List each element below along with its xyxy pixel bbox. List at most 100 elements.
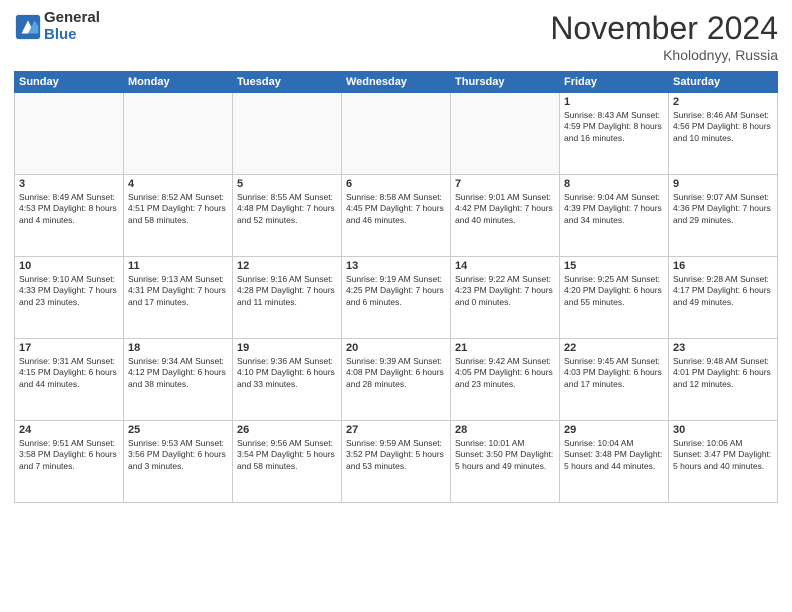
day-number: 29 (564, 424, 664, 436)
calendar-cell: 6Sunrise: 8:58 AM Sunset: 4:45 PM Daylig… (342, 175, 451, 257)
day-info: Sunrise: 9:45 AM Sunset: 4:03 PM Dayligh… (564, 356, 664, 390)
col-wednesday: Wednesday (342, 72, 451, 93)
day-info: Sunrise: 9:34 AM Sunset: 4:12 PM Dayligh… (128, 356, 228, 390)
col-friday: Friday (560, 72, 669, 93)
day-number: 21 (455, 342, 555, 354)
day-number: 7 (455, 178, 555, 190)
day-info: Sunrise: 9:51 AM Sunset: 3:58 PM Dayligh… (19, 438, 119, 472)
day-info: Sunrise: 9:19 AM Sunset: 4:25 PM Dayligh… (346, 274, 446, 308)
day-info: Sunrise: 8:52 AM Sunset: 4:51 PM Dayligh… (128, 192, 228, 226)
day-info: Sunrise: 9:59 AM Sunset: 3:52 PM Dayligh… (346, 438, 446, 472)
calendar-cell: 10Sunrise: 9:10 AM Sunset: 4:33 PM Dayli… (15, 257, 124, 339)
day-info: Sunrise: 9:25 AM Sunset: 4:20 PM Dayligh… (564, 274, 664, 308)
day-info: Sunrise: 9:36 AM Sunset: 4:10 PM Dayligh… (237, 356, 337, 390)
location: Kholodnyy, Russia (550, 47, 778, 63)
calendar-cell (451, 93, 560, 175)
day-info: Sunrise: 8:55 AM Sunset: 4:48 PM Dayligh… (237, 192, 337, 226)
title-block: November 2024 Kholodnyy, Russia (550, 10, 778, 63)
calendar-header-row: Sunday Monday Tuesday Wednesday Thursday… (15, 72, 778, 93)
col-monday: Monday (124, 72, 233, 93)
col-sunday: Sunday (15, 72, 124, 93)
day-info: Sunrise: 10:04 AM Sunset: 3:48 PM Daylig… (564, 438, 664, 472)
day-number: 11 (128, 260, 228, 272)
calendar-cell: 21Sunrise: 9:42 AM Sunset: 4:05 PM Dayli… (451, 339, 560, 421)
logo-text: General Blue (44, 10, 100, 43)
calendar-week-1: 3 Sunrise: 8:49 AM Sunset: 4:53 PM Daylig… (15, 175, 778, 257)
col-saturday: Saturday (669, 72, 778, 93)
calendar-cell: 9Sunrise: 9:07 AM Sunset: 4:36 PM Daylig… (669, 175, 778, 257)
day-info: Sunrise: 8:49 AM Sunset: 4:53 PM Dayligh… (19, 192, 119, 226)
header: General Blue November 2024 Kholodnyy, Ru… (14, 10, 778, 63)
day-number: 23 (673, 342, 773, 354)
day-number: 26 (237, 424, 337, 436)
day-number: 8 (564, 178, 664, 190)
day-number: 27 (346, 424, 446, 436)
calendar-cell: 26Sunrise: 9:56 AM Sunset: 3:54 PM Dayli… (233, 421, 342, 503)
calendar-cell (342, 93, 451, 175)
calendar-week-3: 17Sunrise: 9:31 AM Sunset: 4:15 PM Dayli… (15, 339, 778, 421)
calendar-cell: 3 Sunrise: 8:49 AM Sunset: 4:53 PM Daylig… (15, 175, 124, 257)
calendar-week-4: 24Sunrise: 9:51 AM Sunset: 3:58 PM Dayli… (15, 421, 778, 503)
day-info: Sunrise: 8:58 AM Sunset: 4:45 PM Dayligh… (346, 192, 446, 226)
day-number: 10 (19, 260, 119, 272)
day-number: 5 (237, 178, 337, 190)
page: General Blue November 2024 Kholodnyy, Ru… (0, 0, 792, 612)
day-info: Sunrise: 9:39 AM Sunset: 4:08 PM Dayligh… (346, 356, 446, 390)
col-thursday: Thursday (451, 72, 560, 93)
day-number: 18 (128, 342, 228, 354)
calendar-cell: 25Sunrise: 9:53 AM Sunset: 3:56 PM Dayli… (124, 421, 233, 503)
calendar-cell: 5 Sunrise: 8:55 AM Sunset: 4:48 PM Daylig… (233, 175, 342, 257)
day-number: 3 (19, 178, 119, 190)
month-title: November 2024 (550, 10, 778, 47)
calendar-cell (15, 93, 124, 175)
calendar-week-0: 1Sunrise: 8:43 AM Sunset: 4:59 PM Daylig… (15, 93, 778, 175)
calendar-cell: 13 Sunrise: 9:19 AM Sunset: 4:25 PM Dayli… (342, 257, 451, 339)
day-info: Sunrise: 8:46 AM Sunset: 4:56 PM Dayligh… (673, 110, 773, 144)
col-tuesday: Tuesday (233, 72, 342, 93)
calendar-cell: 12Sunrise: 9:16 AM Sunset: 4:28 PM Dayli… (233, 257, 342, 339)
logo-icon (14, 13, 42, 41)
day-number: 30 (673, 424, 773, 436)
calendar-cell: 7 Sunrise: 9:01 AM Sunset: 4:42 PM Daylig… (451, 175, 560, 257)
calendar-cell: 2 Sunrise: 8:46 AM Sunset: 4:56 PM Daylig… (669, 93, 778, 175)
day-number: 14 (455, 260, 555, 272)
calendar-cell: 19Sunrise: 9:36 AM Sunset: 4:10 PM Dayli… (233, 339, 342, 421)
day-number: 20 (346, 342, 446, 354)
day-info: Sunrise: 10:06 AM Sunset: 3:47 PM Daylig… (673, 438, 773, 472)
calendar-cell: 18 Sunrise: 9:34 AM Sunset: 4:12 PM Dayli… (124, 339, 233, 421)
logo: General Blue (14, 10, 100, 43)
calendar-cell: 11 Sunrise: 9:13 AM Sunset: 4:31 PM Dayli… (124, 257, 233, 339)
calendar-cell: 4Sunrise: 8:52 AM Sunset: 4:51 PM Daylig… (124, 175, 233, 257)
day-number: 25 (128, 424, 228, 436)
calendar-cell: 22 Sunrise: 9:45 AM Sunset: 4:03 PM Dayli… (560, 339, 669, 421)
day-info: Sunrise: 9:16 AM Sunset: 4:28 PM Dayligh… (237, 274, 337, 308)
day-number: 13 (346, 260, 446, 272)
calendar-cell: 16Sunrise: 9:28 AM Sunset: 4:17 PM Dayli… (669, 257, 778, 339)
calendar: Sunday Monday Tuesday Wednesday Thursday… (14, 71, 778, 503)
calendar-cell (233, 93, 342, 175)
calendar-cell: 20 Sunrise: 9:39 AM Sunset: 4:08 PM Dayli… (342, 339, 451, 421)
calendar-cell: 29 Sunrise: 10:04 AM Sunset: 3:48 PM Dayl… (560, 421, 669, 503)
day-number: 17 (19, 342, 119, 354)
day-info: Sunrise: 9:22 AM Sunset: 4:23 PM Dayligh… (455, 274, 555, 308)
day-info: Sunrise: 9:48 AM Sunset: 4:01 PM Dayligh… (673, 356, 773, 390)
calendar-cell: 27 Sunrise: 9:59 AM Sunset: 3:52 PM Dayli… (342, 421, 451, 503)
day-number: 2 (673, 96, 773, 108)
day-info: Sunrise: 9:13 AM Sunset: 4:31 PM Dayligh… (128, 274, 228, 308)
day-info: Sunrise: 8:43 AM Sunset: 4:59 PM Dayligh… (564, 110, 664, 144)
day-info: Sunrise: 9:01 AM Sunset: 4:42 PM Dayligh… (455, 192, 555, 226)
day-number: 22 (564, 342, 664, 354)
day-info: Sunrise: 9:04 AM Sunset: 4:39 PM Dayligh… (564, 192, 664, 226)
day-info: Sunrise: 9:28 AM Sunset: 4:17 PM Dayligh… (673, 274, 773, 308)
day-info: Sunrise: 10:01 AM Sunset: 3:50 PM Daylig… (455, 438, 555, 472)
day-number: 15 (564, 260, 664, 272)
calendar-cell (124, 93, 233, 175)
calendar-cell: 17Sunrise: 9:31 AM Sunset: 4:15 PM Dayli… (15, 339, 124, 421)
calendar-cell: 8 Sunrise: 9:04 AM Sunset: 4:39 PM Daylig… (560, 175, 669, 257)
day-number: 28 (455, 424, 555, 436)
calendar-cell: 30 Sunrise: 10:06 AM Sunset: 3:47 PM Dayl… (669, 421, 778, 503)
calendar-cell: 24Sunrise: 9:51 AM Sunset: 3:58 PM Dayli… (15, 421, 124, 503)
calendar-cell: 15 Sunrise: 9:25 AM Sunset: 4:20 PM Dayli… (560, 257, 669, 339)
logo-blue-text: Blue (44, 27, 100, 44)
calendar-cell: 1Sunrise: 8:43 AM Sunset: 4:59 PM Daylig… (560, 93, 669, 175)
